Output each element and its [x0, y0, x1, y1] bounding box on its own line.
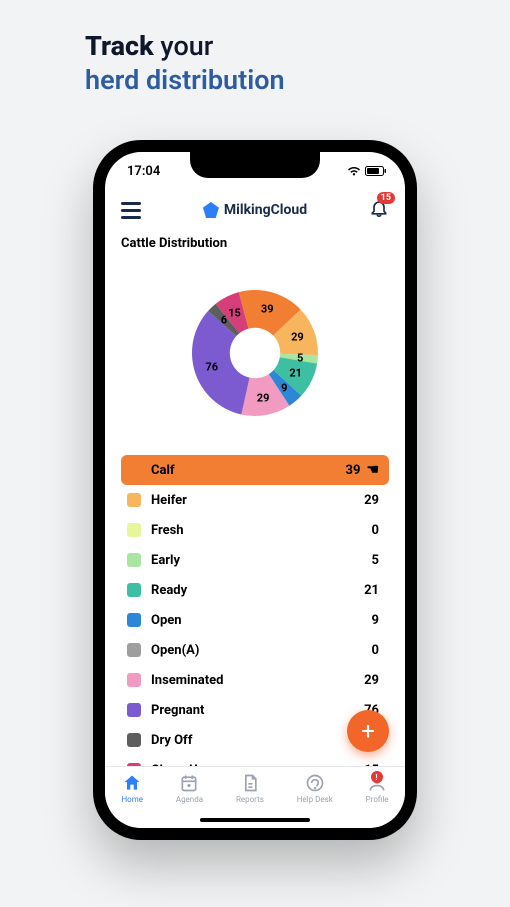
legend-row[interactable]: Open(A)0 [121, 635, 389, 665]
notifications-button[interactable]: 15 [369, 198, 389, 222]
nav-help-desk[interactable]: Help Desk [297, 773, 333, 804]
add-button[interactable]: + [347, 710, 389, 752]
nav-home[interactable]: Home [121, 773, 143, 804]
brand: MilkingCloud [203, 202, 307, 218]
legend-row[interactable]: Heifer29 [121, 485, 389, 515]
nav-label: Agenda [176, 795, 203, 804]
color-swatch [127, 583, 141, 597]
color-swatch [127, 703, 141, 717]
legend-value: 5 [372, 553, 379, 568]
legend-value: 29 [364, 493, 379, 508]
nav-label: Home [121, 795, 143, 804]
color-swatch [127, 553, 141, 567]
headline-accent: herd distribution [85, 64, 285, 96]
phone-screen: 17:04 MilkingCloud 15 Cattle Distributio… [105, 152, 405, 828]
legend-value: 39 [346, 463, 361, 478]
legend-label: Early [151, 553, 372, 568]
legend-label: Fresh [151, 523, 372, 538]
app-header: MilkingCloud 15 [105, 190, 405, 230]
legend-value: 21 [364, 583, 379, 598]
legend-row[interactable]: Open9 [121, 605, 389, 635]
color-swatch [127, 673, 141, 687]
home-indicator [200, 818, 310, 822]
legend-row[interactable]: Fresh0 [121, 515, 389, 545]
phone-notch [190, 152, 320, 178]
legend-label: Dry Off [151, 733, 372, 748]
color-swatch [127, 523, 141, 537]
legend-label: Heifer [151, 493, 364, 508]
legend-value: 0 [372, 523, 379, 538]
help-desk-icon [305, 773, 325, 793]
alert-badge: ! [371, 771, 383, 783]
legend-row[interactable]: Ready21 [121, 575, 389, 605]
legend-value: 29 [364, 673, 379, 688]
legend-label: Pregnant [151, 703, 364, 718]
pointer-icon: ☚ [366, 462, 379, 478]
legend-row[interactable]: Calf39 ☚ [121, 455, 389, 485]
chart-container: 392952192976615 [105, 259, 405, 455]
legend-label: Open(A) [151, 643, 372, 658]
battery-icon [365, 166, 387, 176]
legend-label: Open [151, 613, 372, 628]
headline-bold: Track [85, 30, 154, 62]
nav-label: Help Desk [297, 795, 333, 804]
brand-name: MilkingCloud [224, 202, 307, 218]
legend-row[interactable]: Inseminated29 [121, 665, 389, 695]
phone-frame: 17:04 MilkingCloud 15 Cattle Distributio… [93, 140, 417, 840]
reports-icon [240, 773, 260, 793]
color-swatch [127, 493, 141, 507]
legend-value: 9 [372, 613, 379, 628]
color-swatch [127, 643, 141, 657]
legend-label: Calf [151, 463, 346, 478]
donut-chart[interactable]: 392952192976615 [165, 263, 345, 443]
brand-logo-icon [203, 202, 219, 218]
legend-value: 0 [372, 643, 379, 658]
legend-row[interactable]: Early5 [121, 545, 389, 575]
menu-button[interactable] [121, 202, 141, 219]
home-icon [122, 773, 142, 793]
legend-row[interactable]: Close-Up15 [121, 755, 389, 766]
nav-reports[interactable]: Reports [236, 773, 264, 804]
headline-rest: your [154, 30, 214, 62]
agenda-icon [179, 773, 199, 793]
nav-profile[interactable]: Profile! [366, 773, 389, 804]
section-title: Cattle Distribution [105, 230, 405, 259]
notification-badge: 15 [377, 192, 395, 204]
marketing-headline: Track your herd distribution [85, 30, 285, 98]
status-icons [347, 166, 387, 176]
legend-label: Ready [151, 583, 364, 598]
plus-icon: + [361, 717, 375, 745]
legend-label: Inseminated [151, 673, 364, 688]
nav-label: Profile [366, 795, 389, 804]
color-swatch [127, 613, 141, 627]
nav-agenda[interactable]: Agenda [176, 773, 203, 804]
color-swatch [127, 733, 141, 747]
status-time: 17:04 [127, 164, 160, 179]
wifi-icon [347, 166, 361, 176]
color-swatch [127, 463, 141, 477]
nav-label: Reports [236, 795, 264, 804]
